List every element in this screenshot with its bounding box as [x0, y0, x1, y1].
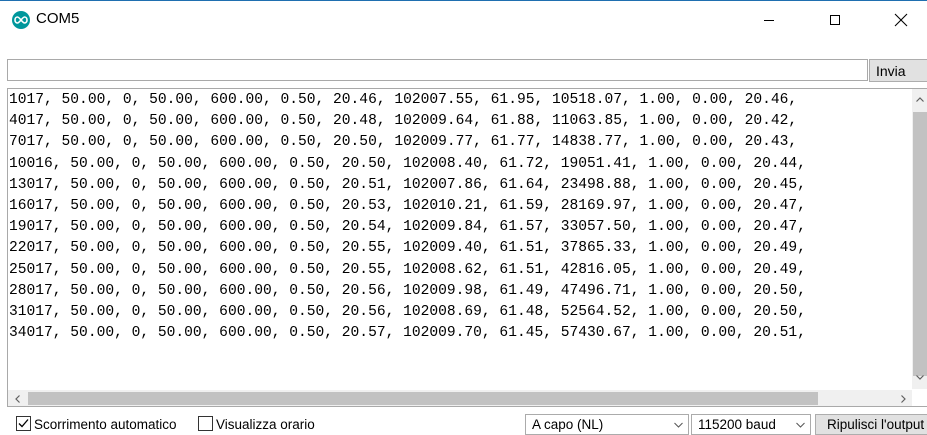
autoscroll-checkbox[interactable]: [16, 416, 31, 431]
scroll-up-icon[interactable]: [912, 89, 927, 109]
send-button[interactable]: Invia: [869, 59, 927, 82]
autoscroll-label[interactable]: Scorrimento automatico: [34, 417, 177, 432]
minimize-button[interactable]: [746, 1, 792, 39]
bottom-bar: Scorrimento automatico Visualizza orario…: [0, 414, 927, 435]
output-line: 19017, 50.00, 0, 50.00, 600.00, 0.50, 20…: [9, 219, 806, 236]
checkmark-icon: [18, 419, 29, 428]
vertical-scrollbar[interactable]: [912, 89, 927, 389]
output-line: 34017, 50.00, 0, 50.00, 600.00, 0.50, 20…: [9, 325, 806, 342]
output-line: 31017, 50.00, 0, 50.00, 600.00, 0.50, 20…: [9, 303, 806, 320]
output-line: 10016, 50.00, 0, 50.00, 600.00, 0.50, 20…: [9, 155, 806, 172]
arduino-infinity-icon: [12, 11, 30, 29]
output-line: 16017, 50.00, 0, 50.00, 600.00, 0.50, 20…: [9, 197, 806, 214]
chevron-down-icon: [796, 422, 805, 428]
output-line: 13017, 50.00, 0, 50.00, 600.00, 0.50, 20…: [9, 176, 806, 193]
close-icon: [894, 13, 908, 27]
output-line: 4017, 50.00, 0, 50.00, 600.00, 0.50, 20.…: [9, 113, 798, 130]
horizontal-scrollbar[interactable]: [8, 390, 912, 406]
chevron-down-icon: [674, 422, 683, 428]
baud-rate-select[interactable]: 115200 baud: [691, 414, 811, 435]
scroll-left-icon[interactable]: [8, 390, 26, 406]
serial-output[interactable]: 1017, 50.00, 0, 50.00, 600.00, 0.50, 20.…: [7, 88, 927, 407]
maximize-button[interactable]: [812, 1, 858, 39]
baud-rate-value: 115200 baud: [698, 417, 776, 432]
send-input[interactable]: [7, 59, 868, 81]
timestamp-checkbox[interactable]: [198, 416, 213, 431]
close-button[interactable]: [878, 1, 924, 39]
window-title: COM5: [36, 10, 80, 27]
vertical-scroll-thumb[interactable]: [913, 112, 927, 376]
maximize-icon: [830, 15, 840, 25]
minimize-icon: [764, 20, 774, 21]
line-ending-value: A capo (NL): [532, 417, 604, 432]
send-row: Invia: [0, 59, 927, 83]
scroll-right-icon[interactable]: [894, 390, 912, 406]
output-lines: 1017, 50.00, 0, 50.00, 600.00, 0.50, 20.…: [9, 90, 905, 344]
title-bar[interactable]: COM5: [0, 1, 927, 39]
horizontal-scroll-thumb[interactable]: [28, 392, 818, 405]
output-line: 1017, 50.00, 0, 50.00, 600.00, 0.50, 20.…: [9, 92, 798, 108]
line-ending-select[interactable]: A capo (NL): [525, 414, 689, 435]
serial-monitor-window: COM5 Invia 1017, 50.00, 0, 50.00, 600.00…: [0, 0, 927, 435]
scroll-down-icon[interactable]: [912, 367, 927, 387]
timestamp-label[interactable]: Visualizza orario: [216, 417, 315, 432]
output-line: 7017, 50.00, 0, 50.00, 600.00, 0.50, 20.…: [9, 134, 798, 151]
output-line: 25017, 50.00, 0, 50.00, 600.00, 0.50, 20…: [9, 261, 806, 278]
output-line: 22017, 50.00, 0, 50.00, 600.00, 0.50, 20…: [9, 240, 806, 257]
clear-output-button[interactable]: Ripulisci l'output: [815, 414, 927, 435]
output-line: 28017, 50.00, 0, 50.00, 600.00, 0.50, 20…: [9, 282, 806, 299]
